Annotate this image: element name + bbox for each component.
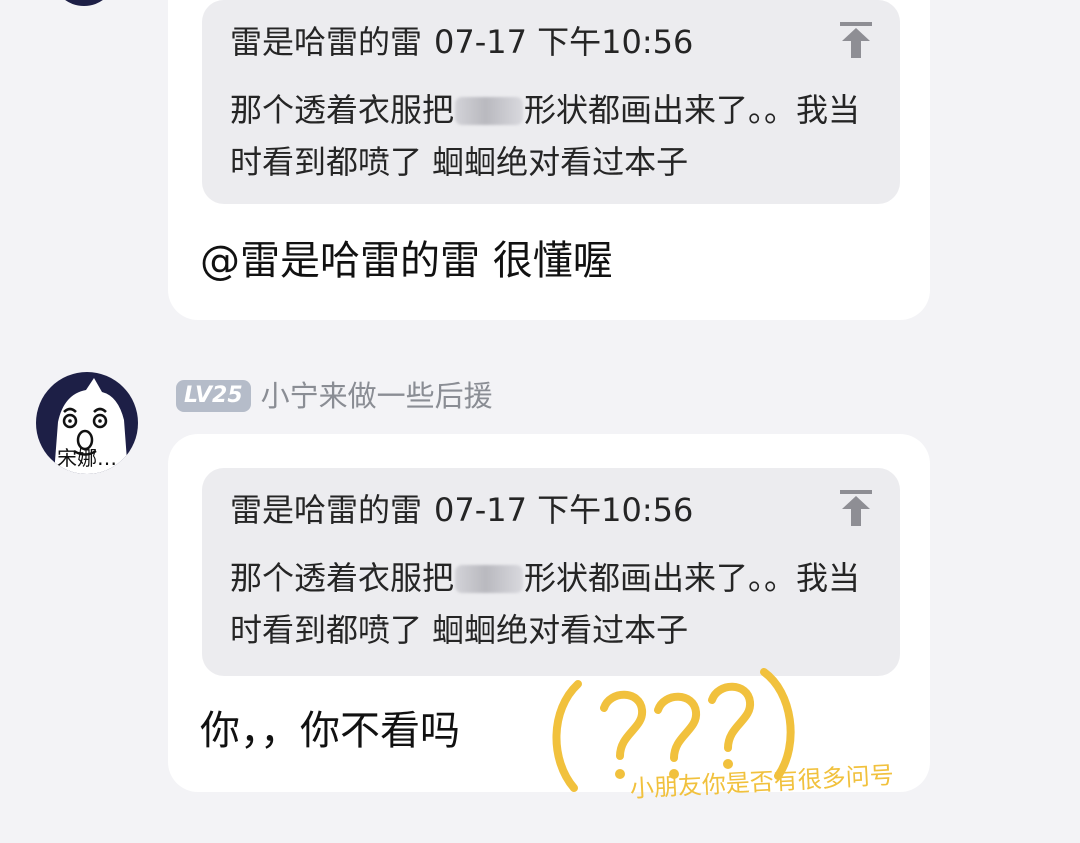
quote-line-1-end: 形状都画出来了。。我当 [524, 91, 861, 129]
reply-text: 你，，你不看吗 [200, 708, 460, 754]
quote-header: 雷是哈雷的雷 07-17 下午10:56 [230, 488, 693, 532]
blurred-mask [455, 565, 524, 593]
quote-line-1: 那个透着衣服把 形状都画出来了。。我当 [230, 552, 880, 604]
level-badge: LV25 [176, 380, 251, 412]
pin-to-top-icon[interactable] [838, 20, 874, 60]
quote-line-1: 那个透着衣服把 形状都画出来了。。我当 [230, 84, 880, 136]
quote-time: 07-17 下午10:56 [434, 23, 694, 61]
quote-author: 雷是哈雷的雷 [230, 491, 423, 529]
quote-line-1-start: 那个透着衣服把 [230, 91, 455, 129]
reply-text: @雷是哈雷的雷 很懂喔 [200, 238, 613, 284]
quoted-comment[interactable]: 雷是哈雷的雷 07-17 下午10:56 那个透着衣服把 形状都画出来了。。我当 … [202, 0, 900, 204]
comment-card: 雷是哈雷的雷 07-17 下午10:56 那个透着衣服把 形状都画出来了。。我当 … [168, 0, 930, 320]
handwritten-annotation: 小朋友你是否有很多问号 [538, 662, 908, 822]
quote-line-1-start: 那个透着衣服把 [230, 559, 455, 597]
quote-header: 雷是哈雷的雷 07-17 下午10:56 [230, 20, 693, 64]
quote-time: 07-17 下午10:56 [434, 491, 694, 529]
avatar-caption: 宋娜… [57, 446, 117, 470]
quote-line-2: 时看到都喷了 蛔蛔绝对看过本子 [230, 143, 689, 181]
username[interactable]: 小宁来做一些后援 [261, 378, 493, 414]
partial-avatar[interactable] [54, 0, 114, 6]
avatar[interactable]: 宋娜… [36, 372, 138, 474]
quoted-comment[interactable]: 雷是哈雷的雷 07-17 下午10:56 那个透着衣服把 形状都画出来了。。我当 … [202, 468, 900, 676]
pin-to-top-icon[interactable] [838, 488, 874, 528]
comment-meta: LV25 小宁来做一些后援 [176, 376, 493, 416]
quote-line-1-end: 形状都画出来了。。我当 [524, 559, 861, 597]
quote-text: 那个透着衣服把 形状都画出来了。。我当 时看到都喷了 蛔蛔绝对看过本子 [230, 84, 880, 188]
quote-line-2: 时看到都喷了 蛔蛔绝对看过本子 [230, 611, 689, 649]
quote-text: 那个透着衣服把 形状都画出来了。。我当 时看到都喷了 蛔蛔绝对看过本子 [230, 552, 880, 656]
blurred-mask [455, 97, 524, 125]
quote-author: 雷是哈雷的雷 [230, 23, 423, 61]
